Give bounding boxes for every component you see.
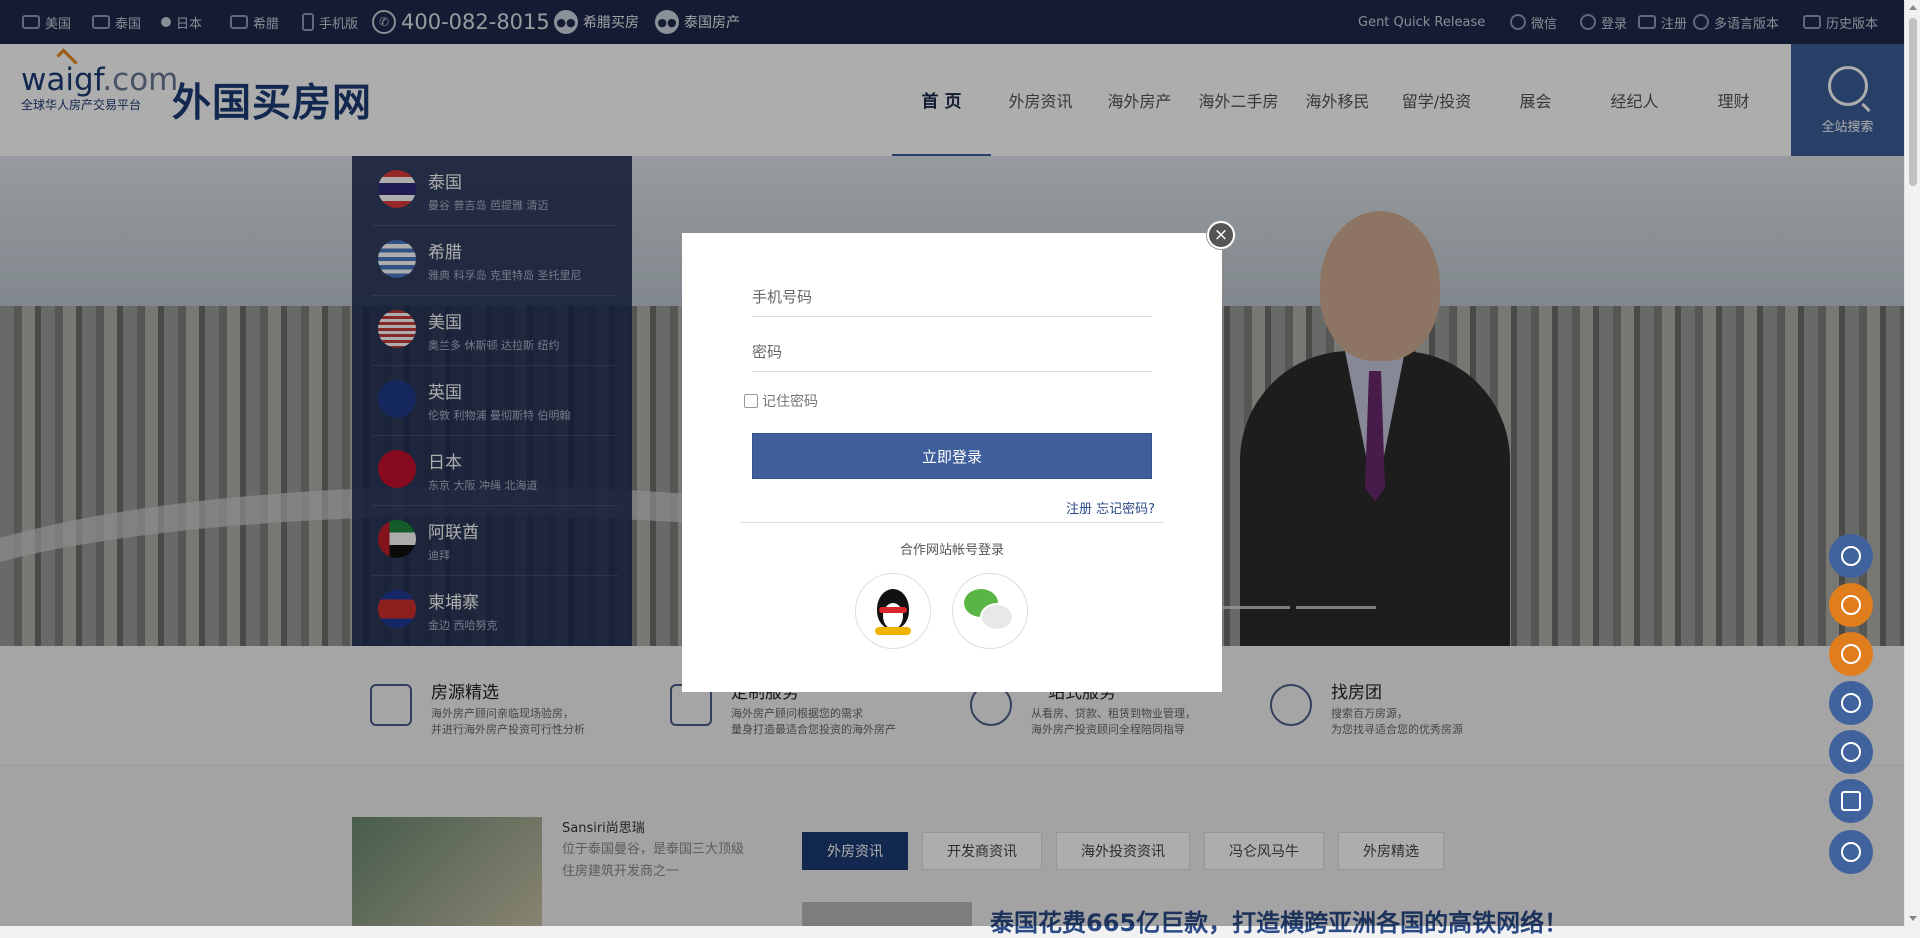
partner-login-label: 合作网站帐号登录	[899, 543, 1004, 558]
remember-label: 记住密码	[762, 394, 818, 410]
remember-checkbox[interactable]	[744, 394, 758, 408]
search-icon	[1841, 546, 1861, 566]
float-search-button[interactable]	[1829, 534, 1873, 578]
password-input[interactable]	[752, 332, 1152, 372]
float-qrcode-button[interactable]	[1829, 779, 1873, 823]
modal-divider	[740, 522, 1164, 523]
float-qq-button[interactable]	[1829, 583, 1873, 627]
qq-icon-scarf	[879, 607, 907, 613]
qrcode-icon	[1841, 791, 1861, 811]
rocket-icon	[1841, 842, 1861, 862]
qq-login-button[interactable]	[855, 573, 931, 649]
scroll-down-arrow-icon[interactable]	[1909, 916, 1917, 921]
float-phone-button[interactable]	[1829, 730, 1873, 774]
page-scrollbar[interactable]	[1904, 0, 1920, 926]
register-link[interactable]: 注册	[1066, 502, 1092, 517]
float-wechat-button[interactable]	[1829, 632, 1873, 676]
qq-icon	[871, 585, 915, 637]
wechat-icon	[964, 589, 1016, 633]
chat-icon	[1841, 693, 1861, 713]
login-button[interactable]: 立即登录	[752, 433, 1152, 479]
float-top-button[interactable]	[1829, 830, 1873, 874]
remember-password[interactable]: 记住密码	[744, 391, 818, 411]
float-chat-button[interactable]	[1829, 681, 1873, 725]
scrollbar-thumb[interactable]	[1909, 18, 1917, 186]
qq-icon	[1841, 595, 1861, 615]
qq-icon-feet	[875, 627, 911, 635]
wechat-icon-bubble	[980, 603, 1014, 631]
phone-icon	[1841, 742, 1861, 762]
modal-links: 注册 忘记密码?	[1066, 498, 1155, 517]
forgot-password-link[interactable]: 忘记密码?	[1096, 502, 1155, 517]
login-modal: × 记住密码 立即登录 注册 忘记密码? 合作网站帐号登录	[682, 221, 1235, 692]
wechat-icon	[1841, 644, 1861, 664]
phone-input[interactable]	[752, 277, 1152, 317]
wechat-login-button[interactable]	[952, 573, 1028, 649]
scroll-up-arrow-icon[interactable]	[1909, 5, 1917, 10]
close-icon[interactable]: ×	[1207, 221, 1235, 249]
